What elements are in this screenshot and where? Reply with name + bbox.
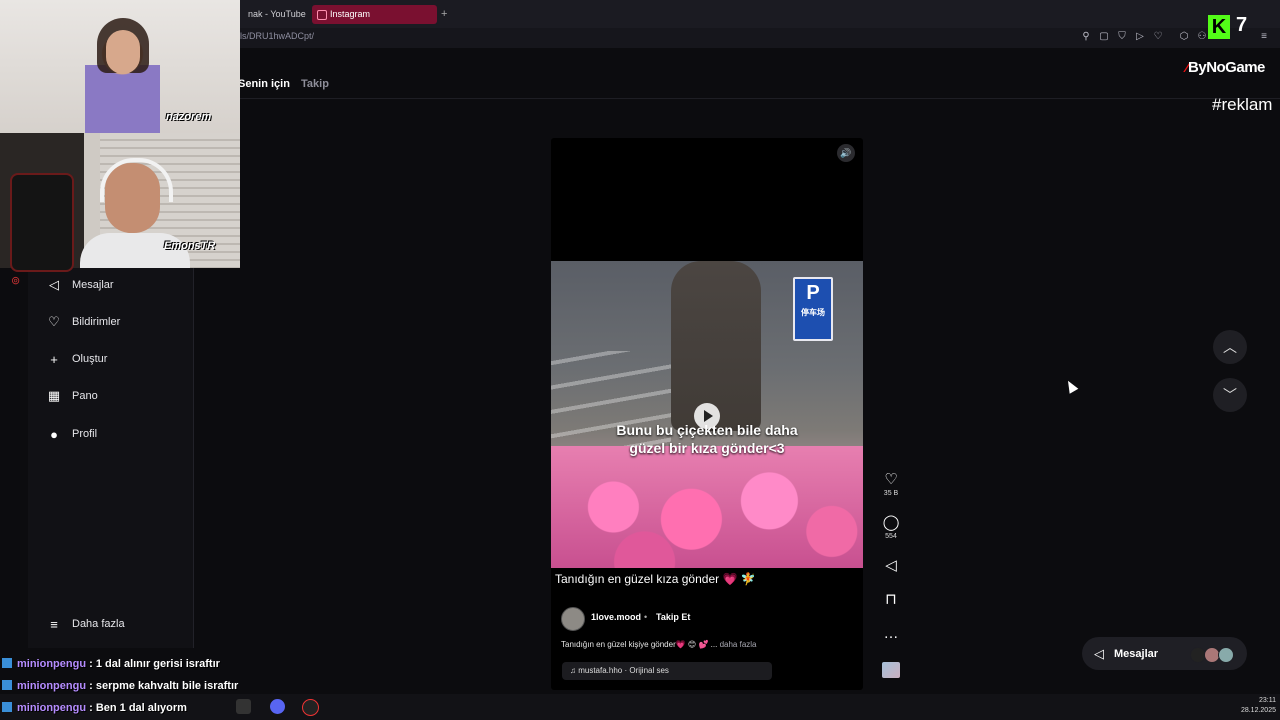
taskbar — [0, 694, 1280, 720]
tab-for-you[interactable]: Senin için — [238, 78, 290, 90]
avatar — [1218, 647, 1234, 663]
send-icon: ◁ — [1094, 646, 1104, 661]
sidebar-item-label: Daha fazla — [72, 618, 125, 630]
tab-instagram[interactable]: Instagram — [312, 5, 437, 24]
audio-chip[interactable]: ♫ mustafa.hho · Orijinal ses — [562, 662, 772, 680]
mouse-cursor — [1063, 378, 1079, 394]
sidebar-item-label: Oluştur — [72, 353, 108, 365]
like-button[interactable]: ♡ 35 B — [880, 471, 902, 498]
comment-button[interactable]: ◯ 554 — [880, 514, 902, 541]
obs-icon[interactable] — [302, 699, 319, 716]
heart-icon[interactable]: ♡ — [1152, 31, 1164, 43]
sponsor-logo: ⁄ByNoGame — [1186, 59, 1265, 76]
sidebar-item-profile[interactable]: ● Profil — [46, 424, 97, 444]
shield-icon[interactable]: ⛉ — [1116, 31, 1128, 43]
chevron-up-icon: ︿ — [1223, 339, 1237, 355]
divider — [238, 98, 1280, 99]
author-name[interactable]: 1love.mood — [591, 612, 641, 622]
screenshot-icon[interactable]: ▢ — [1098, 31, 1110, 43]
sidebar-item-label: Mesajlar — [72, 279, 114, 291]
pin-icon[interactable]: ⚲ — [1080, 31, 1092, 43]
dashboard-icon: ▦ — [47, 388, 61, 403]
avatar-icon: ● — [50, 426, 58, 442]
more-options-button[interactable]: … — [880, 626, 902, 642]
sidebar-item-dashboard[interactable]: ▦ Pano — [46, 386, 98, 406]
badge-icon — [2, 702, 12, 712]
instagram-icon — [317, 10, 327, 20]
feed-tabs: Senin için Takip — [238, 78, 337, 90]
ellipsis-icon: … — [883, 625, 899, 642]
kick-number: 7 — [1236, 14, 1248, 36]
messages-label: Mesajlar — [1114, 648, 1159, 660]
sidebar-item-messages[interactable]: ◁ Mesajlar — [46, 275, 114, 295]
clock: 23:11 28.12.2025 — [1240, 697, 1276, 714]
tab-label: Instagram — [330, 9, 371, 19]
chat-message: minionpengu : serpme kahvaltı bile israf… — [2, 680, 238, 692]
webcam-emonstr: EmonsTR — [0, 133, 240, 272]
follow-button[interactable]: Takip Et — [656, 612, 690, 622]
more-link[interactable]: daha fazla — [720, 640, 757, 649]
menu-icon[interactable]: ≡ — [1258, 31, 1270, 43]
reel-description: Tanıdığın en güzel kişiye gönder💗 😊 💕 ..… — [561, 640, 757, 649]
share-button[interactable]: ◁ — [880, 558, 902, 574]
chat-message: minionpengu : Ben 1 dal alıyorm — [2, 702, 187, 714]
play-icon[interactable] — [694, 403, 720, 429]
messages-pill[interactable]: ◁ Mesajlar — [1082, 637, 1247, 670]
heart-icon: ♡ — [48, 314, 60, 329]
tab-following[interactable]: Takip — [301, 78, 329, 90]
audio-thumbnail[interactable] — [882, 662, 900, 678]
chevron-down-icon: ﹀ — [1223, 387, 1237, 403]
instagram-logo-icon[interactable]: ⊚ — [11, 274, 20, 287]
new-tab-button[interactable]: + — [441, 8, 447, 20]
sidebar-item-label: Bildirimler — [72, 316, 121, 328]
badge-icon — [2, 680, 12, 690]
save-button[interactable]: ⊓ — [880, 592, 902, 608]
reel-player[interactable]: 🔊 P 停车场 Bunu bu çiçekten bile daha güzel… — [551, 138, 863, 690]
app-icon[interactable] — [236, 699, 251, 714]
send-icon: ◁ — [885, 557, 897, 574]
play-icon[interactable]: ▷ — [1134, 31, 1146, 43]
webcam-label: nazorem — [166, 111, 212, 123]
extensions-icon[interactable]: ⬡ — [1178, 31, 1190, 43]
previous-reel-button[interactable]: ︿ — [1213, 330, 1247, 364]
sidebar-item-label: Pano — [72, 390, 98, 402]
comment-count: 554 — [885, 533, 897, 540]
ad-tag: #reklam — [1212, 95, 1273, 114]
sidebar-item-more[interactable]: ≡ Daha fazla — [46, 614, 125, 634]
badge-icon — [2, 658, 12, 668]
comment-icon: ◯ — [882, 514, 900, 531]
reel-video[interactable]: P 停车场 Bunu bu çiçekten bile daha güzel b… — [551, 261, 863, 568]
webcam-label: EmonsTR — [164, 240, 216, 252]
bookmark-icon: ⊓ — [885, 591, 897, 608]
separator-dot: • — [644, 612, 648, 622]
discord-icon[interactable] — [270, 699, 285, 714]
avatar[interactable] — [561, 607, 585, 631]
plus-icon: + — [50, 351, 58, 367]
sidebar-item-create[interactable]: + Oluştur — [46, 349, 107, 369]
menu-icon: ≡ — [50, 616, 58, 632]
heart-icon: ♡ — [884, 471, 898, 488]
sidebar-item-notifications[interactable]: ♡ Bildirimler — [46, 312, 120, 332]
sidebar-divider — [193, 268, 194, 648]
webcam-nazorem: nazorem — [0, 0, 240, 133]
reel-title: Tanıdığın en güzel kıza gönder 💗 🧚 — [555, 572, 756, 586]
parking-sign: P 停车场 — [793, 277, 833, 341]
tulip-bouquet — [551, 446, 863, 568]
account-icon[interactable]: ⚇ — [1196, 31, 1208, 43]
sidebar-item-label: Profil — [72, 428, 98, 440]
next-reel-button[interactable]: ﹀ — [1213, 378, 1247, 412]
volume-icon[interactable]: 🔊 — [837, 144, 855, 162]
chat-message: minionpengu : 1 dal alınır gerisi israft… — [2, 658, 220, 670]
kick-logo: K — [1208, 15, 1230, 39]
like-count: 35 B — [883, 490, 899, 497]
send-icon: ◁ — [49, 277, 59, 292]
sidebar: ◁ Mesajlar ♡ Bildirimler + Oluştur ▦ Pan… — [28, 268, 193, 648]
tab-youtube[interactable]: nak - YouTube — [240, 5, 308, 24]
person-figure — [671, 261, 761, 431]
url-field[interactable]: ls/DRU1hwADCpt/ — [240, 31, 314, 41]
